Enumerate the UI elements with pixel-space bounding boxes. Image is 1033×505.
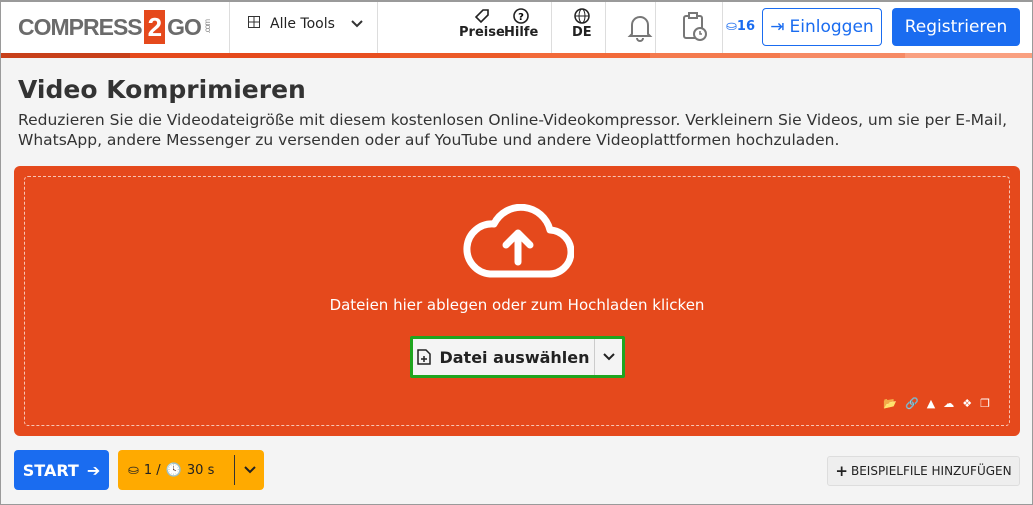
logo-number: 2 [143,10,166,44]
choose-file-label: Datei auswählen [439,347,590,367]
link-icon[interactable]: 🔗 [905,397,919,410]
all-tools-label: Alle Tools [270,16,335,32]
language-label: DE [572,25,592,40]
tag-icon [474,9,489,24]
dropbox-icon[interactable]: ❖ [962,397,972,410]
coins-icon: ⛀ [128,462,139,478]
bell-icon[interactable] [627,12,653,46]
upload-dropzone[interactable]: Dateien hier ablegen oder zum Hochladen … [14,166,1020,436]
header: COMPRESS 2 GO .com Alle Tools Preise ? Hilfe… [0,0,1033,53]
help-link[interactable]: ? Hilfe [504,8,538,40]
credits-counter[interactable]: ⛀16 [726,19,755,34]
files-limit: 1 / [143,462,161,478]
sample-label: BEISPIELFILE HINZUFÜGEN [850,464,1012,478]
help-label: Hilfe [504,25,539,40]
login-label: Einloggen [789,17,874,37]
help-icon: ? [513,8,529,24]
login-button[interactable]: ⇥ Einloggen [762,8,882,46]
all-tools-menu[interactable]: Alle Tools [248,16,363,32]
globe-icon [574,8,590,24]
divider [229,2,230,53]
upload-sources: 📂 🔗 ▲ ☁ ❖ ❐ [883,397,990,410]
divider [722,2,723,53]
page-title: Video Komprimieren [18,75,306,104]
divider [551,2,552,53]
accent-bar [0,53,1033,58]
choose-file-dropdown[interactable] [594,339,622,375]
add-sample-file-button[interactable]: + BEISPIELFILE HINZUFÜGEN [827,456,1020,486]
onedrive-icon[interactable]: ☁ [943,397,954,410]
google-drive-icon[interactable]: ▲ [927,397,935,410]
history-clipboard-icon[interactable] [682,12,708,46]
start-label: START [22,460,79,480]
register-button[interactable]: Registrieren [892,8,1020,46]
divider [377,2,378,53]
coins-icon: ⛀ [726,19,737,34]
choose-file-button[interactable]: Datei auswählen [410,336,625,378]
logo[interactable]: COMPRESS 2 GO .com [18,10,212,44]
folder-icon[interactable]: 📂 [883,397,897,410]
arrow-right-icon: ➔ [86,460,101,480]
divider [605,2,606,53]
start-button[interactable]: START ➔ [14,450,109,490]
divider [655,2,656,53]
grid-icon [248,16,260,32]
chevron-down-icon [602,353,615,361]
clipboard-icon[interactable]: ❐ [980,397,990,410]
file-add-icon [417,349,432,365]
svg-text:?: ? [518,12,524,23]
time-limit: 30 s [186,462,215,478]
page-description: Reduzieren Sie die Videodateigröße mit d… [18,111,1008,149]
logo-text: COMPRESS [18,13,143,40]
chevron-down-icon [351,16,363,32]
plus-icon: + [835,462,848,480]
chevron-down-icon [235,466,264,474]
dropzone-text: Dateien hier ablegen oder zum Hochladen … [329,296,705,314]
limits-dropdown[interactable]: ⛀ 1 /🕓 30 s [118,450,264,490]
pricing-label: Preise [459,25,505,40]
clock-icon: 🕓 [165,462,182,478]
logo-domain: .com [202,20,212,34]
language-selector[interactable]: DE [572,8,592,40]
choose-file-main[interactable]: Datei auswählen [413,339,594,375]
logo-text-go: GO [167,13,202,40]
cloud-upload-icon [462,203,575,284]
login-icon: ⇥ [770,17,785,37]
credits-value: 16 [736,19,755,34]
pricing-link[interactable]: Preise [459,8,505,40]
